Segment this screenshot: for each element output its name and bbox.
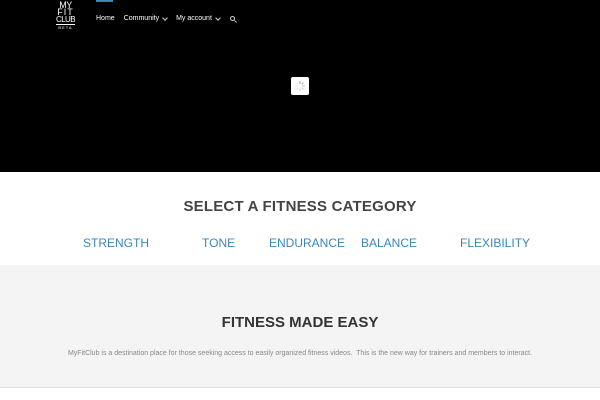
category-link-tone[interactable]: TONE: [202, 236, 235, 250]
logo-line-club: CLUB: [56, 15, 76, 24]
page-bottom: [0, 388, 600, 400]
about-description: MyFitClub is a destination place for tho…: [67, 350, 533, 357]
about-section: FITNESS MADE EASY MyFitClub is a destina…: [0, 265, 600, 387]
spinner-icon: [291, 77, 309, 95]
search-icon[interactable]: [229, 15, 237, 23]
category-link-flexibility[interactable]: FLEXIBILITY: [460, 236, 530, 250]
spinner-graphic: [295, 81, 305, 91]
category-link-endurance[interactable]: ENDURANCE: [269, 236, 345, 250]
about-section-title: FITNESS MADE EASY: [221, 314, 379, 331]
nav-item-my-account[interactable]: My account: [176, 13, 221, 25]
category-section-title: SELECT A FITNESS CATEGORY: [183, 198, 417, 215]
logo-beta-label: BETA: [58, 25, 73, 30]
nav-item-label: Community: [123, 15, 160, 22]
site-logo[interactable]: MY FIT CLUB BETA: [55, 1, 76, 33]
nav-item-home[interactable]: Home: [96, 0, 115, 25]
nav-item-label: Home: [96, 15, 115, 22]
search-icon-handle: [233, 19, 237, 23]
chevron-down-icon: [215, 14, 221, 21]
main-nav: Home Community My account: [96, 0, 237, 25]
category-link-balance[interactable]: BALANCE: [361, 236, 417, 250]
category-link-strength[interactable]: STRENGTH: [83, 236, 149, 250]
hero-section: MY FIT CLUB BETA Home Community My accou…: [0, 0, 600, 172]
category-section: SELECT A FITNESS CATEGORY STRENGTH TONE …: [0, 172, 600, 265]
nav-active-indicator: [96, 0, 113, 2]
nav-item-label: My account: [176, 15, 212, 22]
chevron-down-icon: [162, 14, 168, 21]
nav-item-community[interactable]: Community: [123, 13, 168, 25]
